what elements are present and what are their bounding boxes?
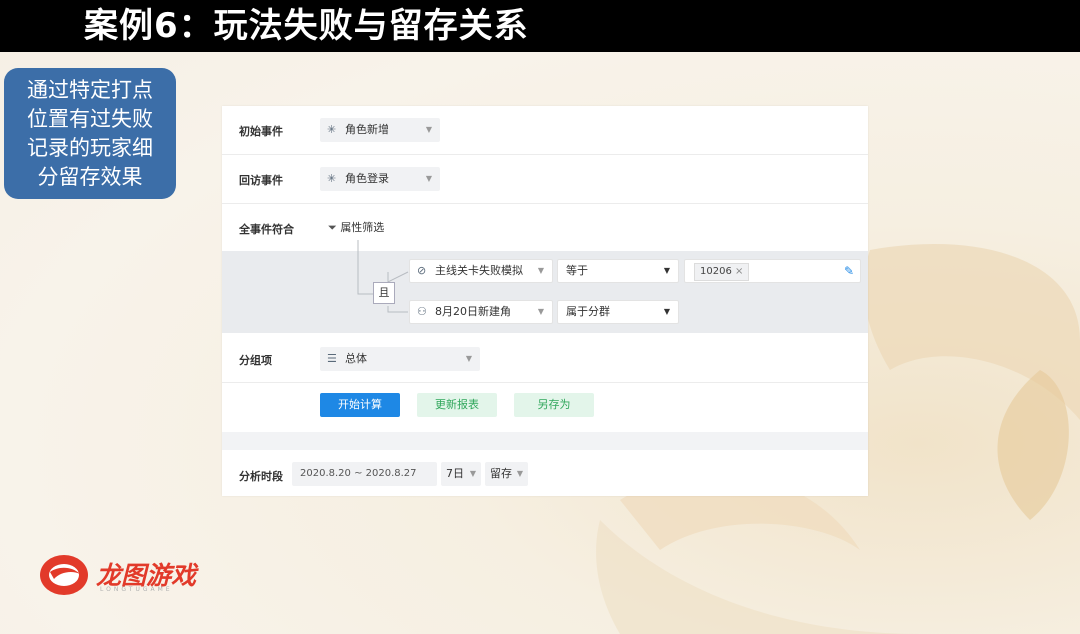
- filter-icon: ⏷: [328, 221, 337, 234]
- list-icon: ☰: [327, 352, 337, 365]
- callout-box: 通过特定打点 位置有过失败 记录的玩家细 分留存效果: [4, 68, 176, 199]
- logic-and-toggle[interactable]: 且: [373, 282, 395, 304]
- slide-title: 案例6：玩法失败与留存关系: [84, 6, 529, 46]
- callout-line: 通过特定打点: [27, 77, 153, 102]
- group-by-label: 分组项: [239, 354, 272, 367]
- chevron-down-icon: ▼: [465, 354, 472, 363]
- start-calculation-button[interactable]: 开始计算: [320, 393, 400, 417]
- group-by-value: 总体: [345, 352, 367, 365]
- group-by-select[interactable]: ☰ 总体 ▼: [320, 347, 480, 371]
- caret-down-icon: ▼: [663, 307, 670, 316]
- callout-line: 分留存效果: [37, 164, 143, 189]
- chevron-down-icon: ▼: [537, 266, 544, 275]
- spacer-band: [222, 432, 868, 450]
- segment-field-select[interactable]: ⚇ 8月20日新建角 ▼: [409, 300, 553, 324]
- attribute-filter-link[interactable]: ⏷ 属性筛选: [328, 219, 384, 235]
- value-tag-text: 10206: [700, 266, 732, 277]
- chevron-down-icon: ▼: [425, 174, 432, 183]
- date-range-value: 2020.8.20 ~ 2020.8.27: [300, 468, 417, 479]
- metric-value: 留存: [490, 467, 512, 480]
- segment-operator-select[interactable]: 属于分群 ▼: [557, 300, 679, 324]
- days-select[interactable]: 7日 ▼: [441, 462, 481, 486]
- condition-field-value: 主线关卡失败模拟: [435, 264, 523, 277]
- callout-line: 位置有过失败: [27, 106, 153, 131]
- divider: [222, 203, 868, 204]
- chevron-down-icon: ▼: [469, 469, 476, 478]
- return-event-select[interactable]: ✳ 角色登录 ▼: [320, 167, 440, 191]
- logo-subtitle: LONGTUGAME: [100, 586, 173, 593]
- return-event-value: 角色登录: [345, 172, 389, 185]
- return-event-label: 回访事件: [239, 174, 283, 187]
- chevron-down-icon: ▼: [516, 469, 523, 478]
- initial-event-select[interactable]: ✳ 角色新增 ▼: [320, 118, 440, 142]
- analysis-period-label: 分析时段: [239, 470, 283, 483]
- all-events-label: 全事件符合: [239, 223, 294, 236]
- condition-operator-select[interactable]: 等于 ▼: [557, 259, 679, 283]
- sparkle-icon: ✳: [327, 172, 337, 185]
- longtu-logo: 龙图游戏 LONGTUGAME: [38, 552, 218, 598]
- segment-field-value: 8月20日新建角: [435, 305, 511, 318]
- days-value: 7日: [446, 467, 464, 480]
- divider: [222, 154, 868, 155]
- update-report-button[interactable]: 更新报表: [417, 393, 497, 417]
- callout-line: 记录的玩家细: [27, 135, 153, 160]
- chevron-down-icon: ▼: [425, 125, 432, 134]
- user-group-icon: ⚇: [417, 305, 427, 318]
- caret-down-icon: ▼: [663, 266, 670, 275]
- chevron-down-icon: ▼: [537, 307, 544, 316]
- tag-icon: ⊘: [417, 264, 427, 277]
- divider: [222, 382, 868, 383]
- condition-field-select[interactable]: ⊘ 主线关卡失败模拟 ▼: [409, 259, 553, 283]
- logo-swirl-icon: [40, 555, 88, 595]
- value-tag: 10206 ×: [694, 263, 750, 281]
- metric-select[interactable]: 留存 ▼: [485, 462, 528, 486]
- initial-event-value: 角色新增: [345, 123, 389, 136]
- condition-operator-value: 等于: [566, 264, 588, 277]
- close-icon[interactable]: ×: [735, 266, 743, 277]
- condition-value-input[interactable]: 10206 × ✎: [684, 259, 861, 283]
- save-as-button[interactable]: 另存为: [514, 393, 594, 417]
- slide-title-bar: 案例6：玩法失败与留存关系: [0, 0, 1080, 52]
- attribute-filter-label: 属性筛选: [340, 221, 385, 234]
- date-range-picker[interactable]: 2020.8.20 ~ 2020.8.27: [292, 462, 437, 486]
- sparkle-icon: ✳: [327, 123, 337, 136]
- analysis-config-panel: 初始事件 ✳ 角色新增 ▼ 回访事件 ✳ 角色登录 ▼ 全事件符合 ⏷ 属性筛选…: [222, 106, 868, 496]
- initial-event-label: 初始事件: [239, 125, 283, 138]
- segment-operator-value: 属于分群: [566, 305, 610, 318]
- edit-icon[interactable]: ✎: [844, 260, 854, 282]
